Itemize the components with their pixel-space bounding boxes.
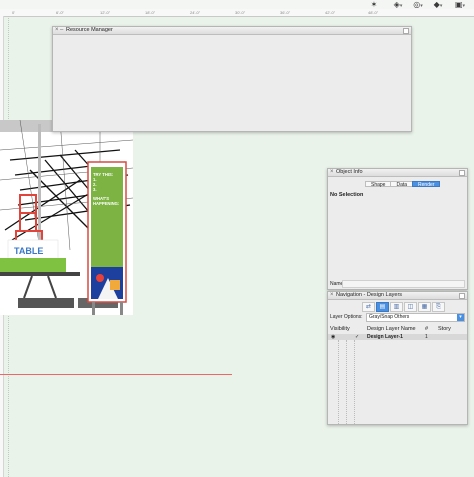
column-number[interactable]: # — [425, 326, 428, 333]
tab-shape[interactable]: Shape — [365, 181, 392, 188]
design-illustration: TABLE — [0, 120, 133, 315]
name-field[interactable] — [342, 280, 465, 288]
ruler-tick: 30'-0" — [235, 10, 246, 15]
column-story[interactable]: Story — [438, 326, 451, 333]
object-info-tabs: Shape Data Render — [365, 181, 441, 188]
column-divider — [346, 340, 347, 424]
design-layers-icon[interactable]: ▤ — [376, 302, 389, 312]
resize-icon[interactable] — [459, 293, 465, 299]
navigation-toolbar: ⇄ ▤ ▥ ◫ ▦ ⎘ — [362, 302, 445, 312]
resource-manager-titlebar[interactable]: × – Resource Manager — [53, 27, 411, 35]
saved-views-icon[interactable]: ▦ — [418, 302, 431, 312]
close-icon[interactable]: × — [330, 169, 334, 176]
ruler-tick: 24'-0" — [190, 10, 201, 15]
layer-options-select[interactable]: Gray/Snap Others ▾ — [366, 313, 465, 322]
sheet-layers-icon[interactable]: ▥ — [390, 302, 403, 312]
close-icon[interactable]: × — [55, 27, 59, 34]
red-guide-line — [0, 374, 232, 375]
object-info-panel[interactable]: × Object Info Shape Data Render No Selec… — [327, 168, 468, 290]
magic-wand-icon[interactable]: ✶ — [366, 0, 382, 9]
visibility-eye-icon[interactable]: ◉ — [331, 334, 335, 340]
table-row[interactable]: ◉ ✓ Design Layer-1 1 — [328, 334, 467, 340]
object-info-titlebar[interactable]: × Object Info — [328, 169, 467, 177]
column-layer-name[interactable]: Design Layer Name — [367, 326, 416, 333]
display-icon[interactable]: ▣▾ — [452, 0, 468, 9]
classes-icon[interactable]: ◫ — [404, 302, 417, 312]
poster-subheading: WHAT'S HAPPENING: — [93, 196, 120, 206]
view-icon[interactable]: ◎▾ — [410, 0, 426, 9]
navigation-panel[interactable]: × Navigation - Design Layers ⇄ ▤ ▥ ◫ ▦ ⎘… — [327, 291, 468, 425]
horizontal-ruler: 0' 6'-0" 12'-0" 18'-0" 24'-0" 30'-0" 36'… — [0, 9, 474, 17]
snap-icon[interactable]: ◈▾ — [390, 0, 406, 9]
collapse-icon[interactable]: – — [60, 27, 63, 34]
panel-title: Object Info — [336, 169, 363, 175]
svg-text:TABLE: TABLE — [14, 246, 43, 256]
active-layer-check: ✓ — [355, 334, 360, 340]
selection-status: No Selection — [330, 192, 364, 198]
navigation-titlebar[interactable]: × Navigation - Design Layers — [328, 292, 467, 300]
layer-options-label: Layer Options: — [330, 314, 363, 320]
render-icon[interactable]: ◆▾ — [430, 0, 446, 9]
resource-manager-panel[interactable]: × – Resource Manager — [52, 26, 412, 132]
ruler-tick: 12'-0" — [100, 10, 111, 15]
panel-title: Navigation - Design Layers — [336, 292, 403, 298]
resize-icon[interactable] — [403, 28, 409, 34]
ruler-tick: 48'-0" — [368, 10, 379, 15]
panel-title: Resource Manager — [66, 27, 113, 33]
close-icon[interactable]: × — [330, 292, 334, 299]
design-drawing[interactable]: TABLE TRY THIS: 1. 2. 3. WHAT'S HAPPENIN… — [0, 120, 133, 315]
column-divider — [338, 340, 339, 424]
tab-render[interactable]: Render — [412, 181, 441, 188]
ruler-tick: 36'-0" — [280, 10, 291, 15]
layer-number: 1 — [425, 334, 428, 340]
layer-options-value: Gray/Snap Others — [369, 314, 410, 320]
resize-icon[interactable] — [459, 170, 465, 176]
ruler-tick: 18'-0" — [145, 10, 156, 15]
tab-data[interactable]: Data — [390, 181, 414, 188]
poster-step: 3. — [93, 187, 97, 192]
column-visibility[interactable]: Visibility — [330, 326, 350, 333]
references-icon[interactable]: ⎘ — [432, 302, 445, 312]
ruler-tick: 42'-0" — [325, 10, 336, 15]
share-icon[interactable]: ⇄ — [362, 302, 375, 312]
layer-table-header: Visibility Design Layer Name # Story — [328, 326, 467, 333]
column-divider — [354, 340, 355, 424]
top-toolbar: ✶ ◈▾ ◎▾ ◆▾ ▣▾ — [0, 0, 474, 9]
chevron-down-icon[interactable]: ▾ — [457, 314, 464, 321]
ruler-tick: 6'-0" — [56, 10, 64, 15]
ruler-tick: 0' — [12, 10, 15, 15]
layer-name: Design Layer-1 — [367, 334, 403, 340]
